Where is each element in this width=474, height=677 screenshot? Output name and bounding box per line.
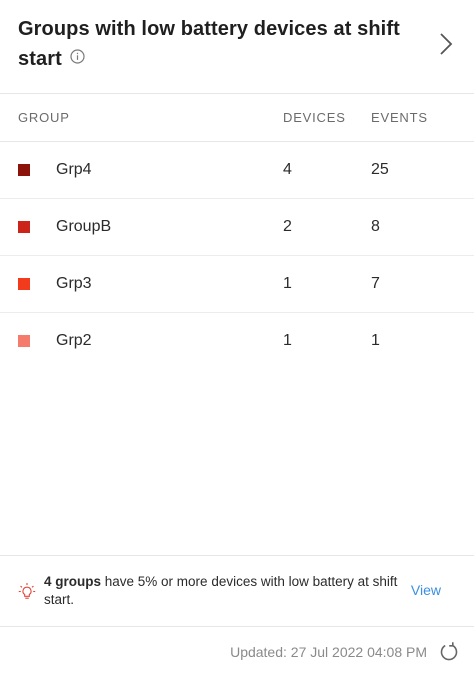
info-icon[interactable] [70,43,85,73]
events-count: 25 [371,161,389,178]
card-header: Groups with low battery devices at shift… [0,0,474,94]
column-header-group: GROUP [18,110,70,125]
insight-message: 4 groups have 5% or more devices with lo… [44,573,400,609]
events-count: 8 [371,218,380,235]
table-row[interactable]: Grp2 1 1 [0,313,474,370]
table-header: GROUP DEVICES EVENTS [0,94,474,142]
column-header-events: EVENTS [371,110,428,125]
table-row[interactable]: Grp4 4 25 [0,142,474,199]
lightbulb-icon [18,582,36,607]
card-footer: Updated: 27 Jul 2022 04:08 PM [0,627,474,677]
groups-table: GROUP DEVICES EVENTS Grp4 4 25 GroupB 2 … [0,94,474,370]
devices-count: 2 [283,218,292,235]
devices-count: 1 [283,275,292,292]
view-link[interactable]: View [411,582,441,598]
group-color-swatch [18,221,30,233]
table-row[interactable]: Grp3 1 7 [0,256,474,313]
group-color-swatch [18,278,30,290]
group-name: GroupB [56,218,112,235]
events-count: 7 [371,275,380,292]
group-name: Grp4 [56,161,92,178]
column-header-devices: DEVICES [283,110,346,125]
events-count: 1 [371,332,380,349]
table-row[interactable]: GroupB 2 8 [0,199,474,256]
group-name: Grp2 [56,332,92,349]
devices-count: 4 [283,161,292,178]
devices-count: 1 [283,332,292,349]
group-color-swatch [18,164,30,176]
updated-timestamp: Updated: 27 Jul 2022 04:08 PM [230,644,427,660]
insight-banner: 4 groups have 5% or more devices with lo… [0,555,474,627]
group-name: Grp3 [56,275,92,292]
table-body: Grp4 4 25 GroupB 2 8 Grp3 1 7 Grp2 1 1 [0,142,474,370]
low-battery-groups-card: Groups with low battery devices at shift… [0,0,474,677]
chevron-right-icon[interactable] [438,32,454,56]
refresh-icon[interactable] [438,641,460,668]
group-color-swatch [18,335,30,347]
card-title: Groups with low battery devices at shift… [18,14,424,75]
insight-count: 4 groups [44,574,102,589]
